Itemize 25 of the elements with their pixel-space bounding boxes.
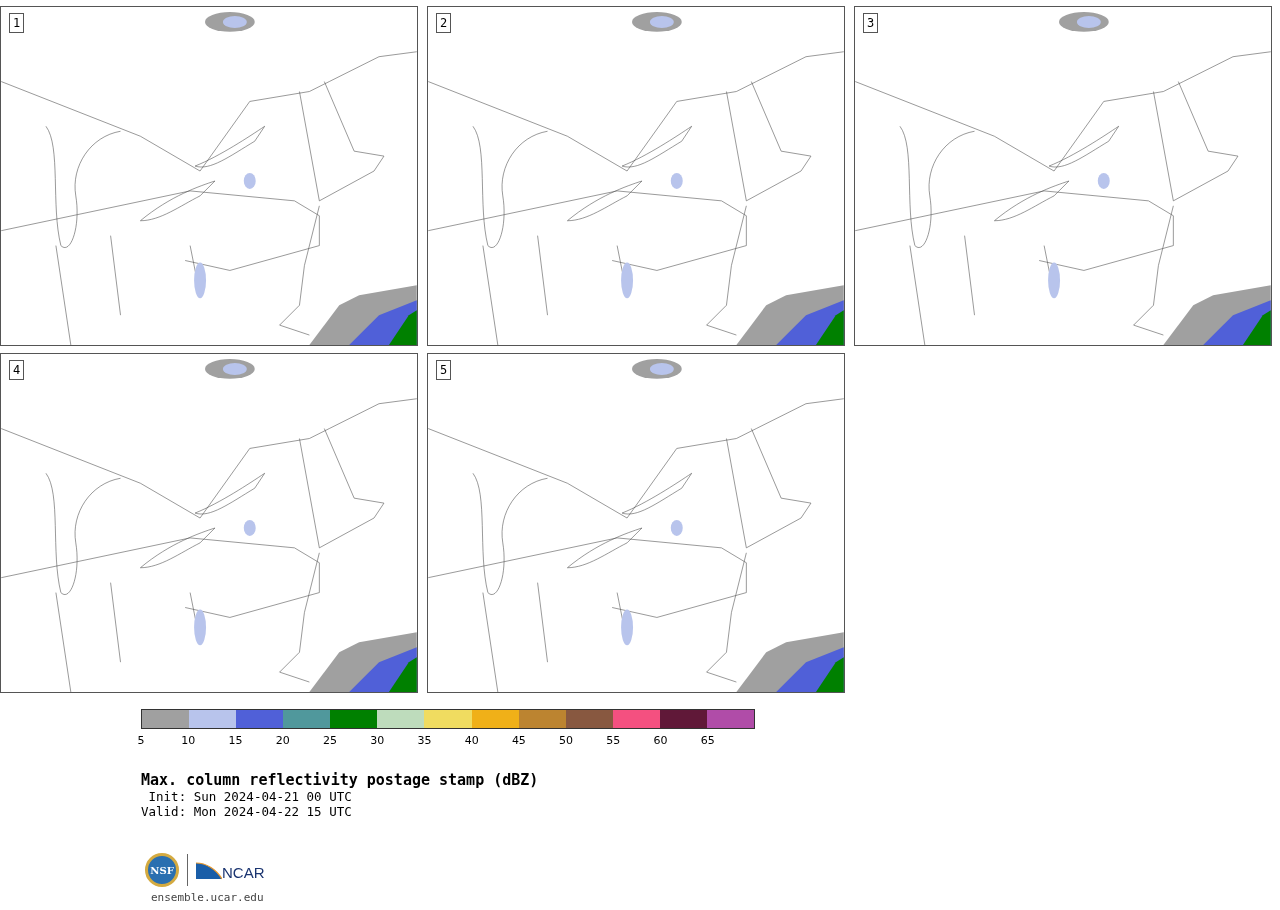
panel-number: 4 [9, 360, 25, 380]
colorbar-tick-label: 55 [606, 735, 621, 747]
init-time: Init: Sun 2024-04-21 00 UTC [147, 789, 352, 804]
colorbar-tick-label: 5 [137, 735, 145, 747]
chart-title: Max. column reflectivity postage stamp (dBZ) [141, 771, 539, 789]
ncar-logo: NCAR [196, 859, 265, 881]
colorbar-tick-label: 10 [181, 735, 196, 747]
colorbar-tick-label: 40 [464, 735, 479, 747]
colorbar-tick-label: 60 [653, 735, 668, 747]
colorbar-tick-label: 15 [228, 735, 243, 747]
panel-number: 3 [863, 13, 879, 33]
valid-time: Valid: Mon 2024-04-22 15 UTC [141, 804, 352, 819]
colorbar-tick-label: 65 [700, 735, 715, 747]
colorbar-tick-label: 45 [511, 735, 526, 747]
panel-number: 2 [436, 13, 452, 33]
website-url: ensemble.ucar.edu [151, 891, 264, 904]
colorbar-tick-label: 30 [370, 735, 385, 747]
colorbar-tick-label: 50 [559, 735, 574, 747]
nsf-logo: NSF [145, 853, 179, 887]
colorbar-tick-label: 25 [322, 735, 337, 747]
colorbar-tick-label: 35 [417, 735, 432, 747]
colorbar-tick-label: 20 [275, 735, 290, 747]
panel-number: 5 [436, 360, 452, 380]
panel-number: 1 [9, 13, 25, 33]
swoosh-icon [196, 861, 222, 881]
